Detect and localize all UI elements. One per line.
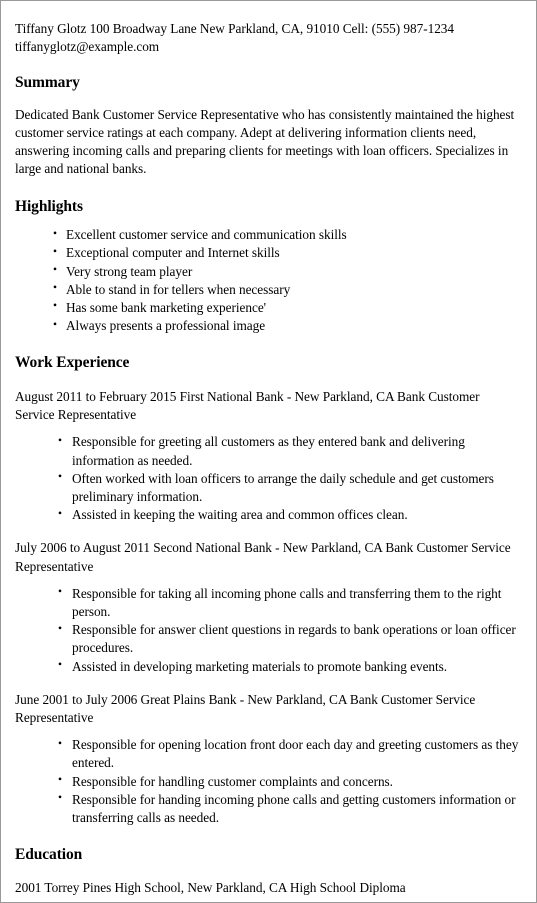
list-item: Assisted in developing marketing materia… (57, 657, 522, 676)
list-item: Often worked with loan officers to arran… (57, 469, 522, 506)
job-entry: June 2001 to July 2006 Great Plains Bank… (15, 691, 522, 827)
job-duties-list: Responsible for opening location front d… (57, 736, 522, 827)
job-entry: July 2006 to August 2011 Second National… (15, 539, 522, 675)
list-item: Has some bank marketing experience' (52, 298, 522, 317)
highlights-list: Excellent customer service and communica… (52, 226, 522, 335)
resume-content: Tiffany Glotz 100 Broadway Lane New Park… (1, 1, 536, 897)
job-duties-list: Responsible for taking all incoming phon… (57, 584, 522, 676)
section-heading-work-experience: Work Experience (15, 354, 130, 372)
list-item: Responsible for answer client questions … (57, 621, 522, 657)
section-heading-highlights: Highlights (15, 197, 83, 215)
contact-email: tiffanyglotz@example.com (15, 38, 160, 54)
list-item: Exceptional computer and Internet skills (52, 244, 522, 262)
section-heading-summary: Summary (15, 74, 80, 92)
list-item: Responsible for greeting all customers a… (57, 433, 522, 469)
resume-document: Tiffany Glotz 100 Broadway Lane New Park… (0, 0, 537, 903)
summary-text: Dedicated Bank Customer Service Represen… (15, 106, 515, 177)
list-item: Responsible for opening location front d… (57, 736, 522, 772)
section-heading-education: Education (15, 846, 83, 864)
contact-line-primary: Tiffany Glotz 100 Broadway Lane New Park… (15, 21, 454, 36)
job-header: June 2001 to July 2006 Great Plains Bank… (15, 691, 476, 725)
job-entry: August 2011 to February 2015 First Natio… (15, 388, 522, 524)
list-item: Excellent customer service and communica… (52, 226, 522, 244)
list-item: Responsible for handling customer compla… (57, 772, 522, 791)
education-entry: 2001 Torrey Pines High School, New Parkl… (15, 879, 406, 895)
list-item: Able to stand in for tellers when necess… (52, 280, 522, 299)
list-item: Responsible for handing incoming phone c… (57, 790, 522, 827)
list-item: Assisted in keeping the waiting area and… (57, 506, 522, 524)
list-item: Always presents a professional image (52, 317, 522, 335)
job-header: July 2006 to August 2011 Second National… (15, 540, 511, 574)
job-duties-list: Responsible for greeting all customers a… (57, 433, 522, 524)
contact-header: Tiffany Glotz 100 Broadway Lane New Park… (15, 20, 522, 55)
list-item: Responsible for taking all incoming phon… (57, 584, 522, 621)
list-item: Very strong team player (52, 262, 522, 281)
job-header: August 2011 to February 2015 First Natio… (15, 388, 480, 423)
